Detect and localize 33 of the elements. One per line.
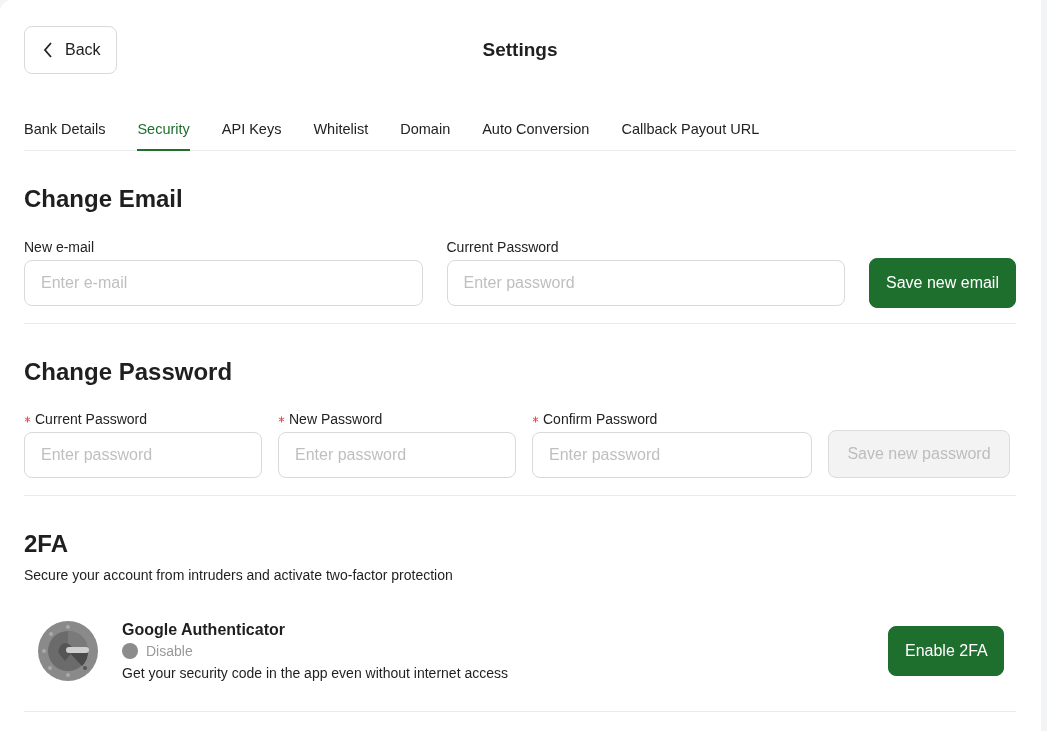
save-button[interactable]: Save new email [869,258,1016,308]
enable-2fa-button[interactable]: Enable 2FA [888,626,1004,676]
tab[interactable]: Auto Conversion [482,111,590,151]
section-title: 2FA [24,530,69,558]
field-label: Confirm Password [543,411,658,427]
status-text: Disable [146,643,193,659]
page-title: Settings [482,39,558,61]
input-field[interactable]: Enter password [532,432,812,478]
tab[interactable]: Security [137,111,190,151]
required-asterisk-icon [24,415,31,423]
section-title: Change Email [24,185,184,213]
field-label: New Password [289,411,383,427]
tab[interactable]: API Keys [221,111,282,151]
authenticator-logo-icon [38,621,98,681]
input-field[interactable]: Enter password [278,432,516,478]
tab[interactable]: Domain [400,111,451,151]
input-field[interactable]: Enter password [446,260,845,306]
section-subtitle: Secure your account from intruders and activate two-factor protection [24,567,454,583]
tab[interactable]: Callback Payout URL [621,111,760,151]
field-label: Current Password [446,239,559,255]
input-field[interactable]: Enter password [24,432,262,478]
field-label: New e-mail [24,239,94,255]
field-label: Current Password [35,411,148,427]
required-asterisk-icon [278,415,285,423]
tab[interactable]: Whitelist [313,111,369,151]
section-title: Change Password [24,358,234,386]
chevron-left-icon [43,42,53,58]
back-button[interactable]: Back [24,26,117,74]
method-name: Google Authenticator [122,621,286,639]
required-asterisk-icon [532,415,539,423]
input-field[interactable]: Enter e-mail [24,260,423,306]
tab[interactable]: Bank Details [24,111,106,151]
method-description: Get your security code in the app even without internet access [122,665,509,681]
